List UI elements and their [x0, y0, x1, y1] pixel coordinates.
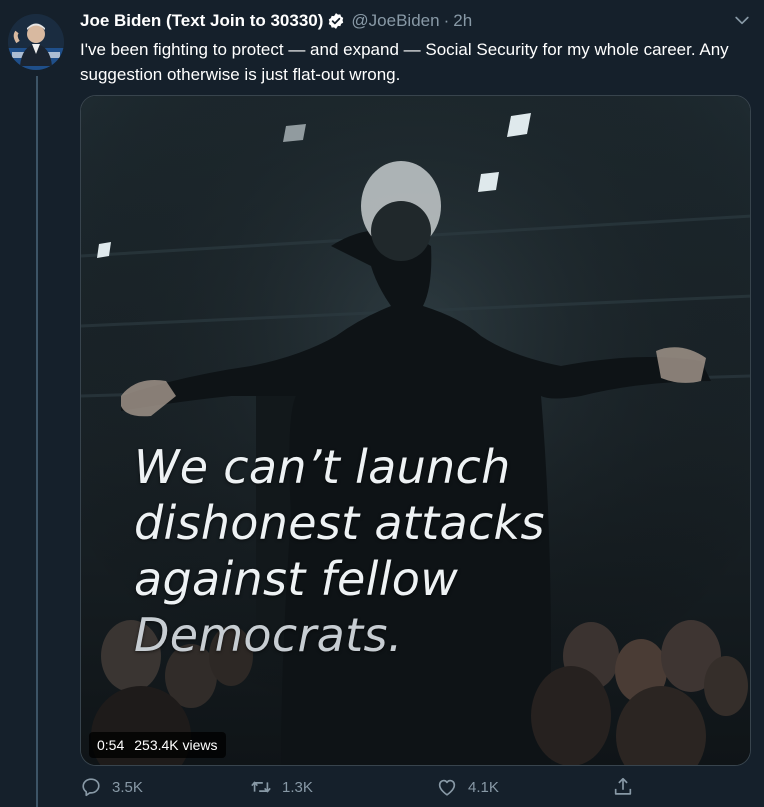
retweet-button[interactable]: 1.3K — [250, 776, 313, 798]
tweet-timestamp[interactable]: 2h — [453, 11, 472, 31]
thread-connector-line — [36, 76, 38, 807]
tweet-text: I've been fighting to protect — and expa… — [80, 40, 729, 84]
video-caption-overlay: We can’t launch dishonest attacks agains… — [134, 439, 545, 663]
like-icon — [438, 779, 456, 796]
overlay-line-3: against fellow — [134, 552, 459, 606]
overlay-line-2: dishonest attacks — [134, 496, 545, 550]
like-button[interactable]: 4.1K — [436, 776, 499, 798]
tweet-header: Joe Biden (Text Join to 30330) @JoeBiden… — [80, 10, 752, 32]
author-name[interactable]: Joe Biden (Text Join to 30330) — [80, 11, 323, 31]
tweet-actions: 3.5K 1.3K 4.1K — [80, 776, 640, 804]
share-button[interactable] — [612, 776, 634, 798]
overlay-line-4: Democrats. — [134, 608, 403, 662]
reply-icon — [82, 778, 100, 797]
video-player[interactable]: We can’t launch dishonest attacks agains… — [80, 95, 751, 766]
retweet-icon — [251, 781, 271, 793]
video-views: 253.4K views — [134, 737, 218, 753]
author-handle[interactable]: @JoeBiden — [351, 11, 439, 31]
retweet-count: 1.3K — [282, 778, 313, 796]
avatar-image — [8, 14, 64, 70]
avatar[interactable] — [8, 14, 64, 70]
video-stats-badge: 0:54 253.4K views — [89, 732, 226, 758]
video-duration: 0:54 — [97, 737, 125, 753]
share-icon — [614, 777, 632, 795]
overlay-line-1: We can’t launch — [134, 440, 511, 494]
reply-button[interactable]: 3.5K — [80, 776, 143, 798]
video-thumbnail — [81, 96, 750, 765]
verified-badge-icon — [329, 13, 344, 29]
reply-count: 3.5K — [112, 778, 143, 796]
header-separator: · — [443, 11, 450, 30]
chevron-down-icon[interactable] — [732, 10, 752, 30]
like-count: 4.1K — [468, 778, 499, 796]
